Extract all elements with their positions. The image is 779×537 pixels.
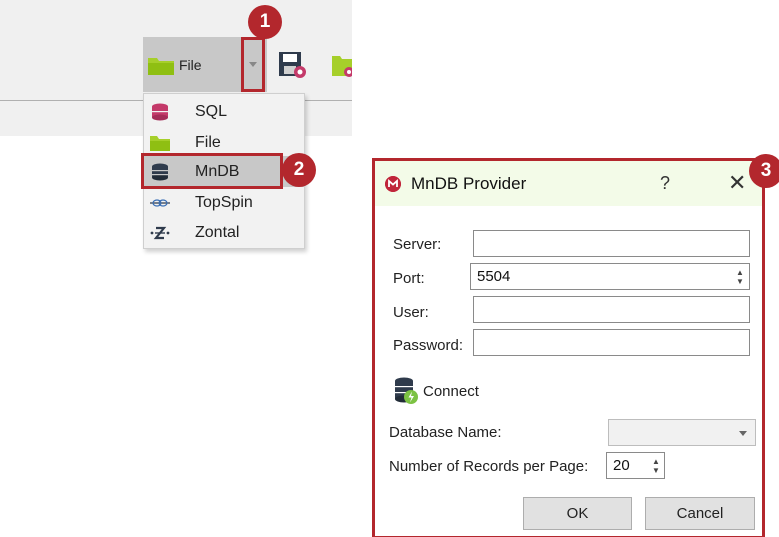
menu-item-label: Zontal	[195, 223, 240, 241]
help-icon[interactable]: ?	[660, 173, 670, 194]
file-button-label: File	[179, 56, 202, 73]
topspin-icon	[150, 199, 170, 207]
dialog-title-bar: MnDB Provider ? ✕	[375, 161, 762, 206]
folder-icon	[148, 57, 174, 75]
menu-item-sql[interactable]: SQL	[144, 96, 304, 127]
records-per-page-label: Number of Records per Page:	[389, 458, 589, 475]
chevron-down-icon[interactable]: ▼	[652, 466, 660, 475]
chevron-up-icon[interactable]: ▲	[652, 457, 660, 466]
file-source-button[interactable]: File	[143, 37, 239, 92]
save-settings-icon[interactable]	[277, 50, 307, 80]
connect-label: Connect	[423, 382, 479, 400]
highlight-box-1	[241, 37, 265, 92]
database-name-label: Database Name:	[389, 424, 502, 441]
password-input[interactable]	[473, 329, 750, 356]
menu-item-label: TopSpin	[195, 193, 253, 211]
database-name-select[interactable]	[608, 419, 756, 446]
cancel-button[interactable]: Cancel	[645, 497, 755, 530]
dialog-title: MnDB Provider	[411, 174, 527, 193]
port-spinbox[interactable]	[470, 263, 750, 290]
port-stepper[interactable]: ▲ ▼	[733, 265, 747, 288]
connect-button[interactable]: Connect	[393, 377, 479, 405]
records-stepper[interactable]: ▲ ▼	[649, 454, 663, 477]
database-pink-icon	[152, 103, 168, 121]
chevron-up-icon[interactable]: ▲	[736, 268, 744, 277]
menu-item-zontal[interactable]: Zontal	[144, 217, 304, 248]
menu-item-label: SQL	[195, 102, 228, 120]
callout-1: 1	[248, 5, 282, 39]
callout-3: 3	[749, 154, 779, 188]
chevron-down-icon[interactable]	[739, 431, 747, 436]
server-label: Server:	[393, 236, 442, 253]
chevron-down-icon[interactable]: ▼	[736, 277, 744, 286]
port-label: Port:	[393, 270, 425, 287]
callout-2: 2	[282, 153, 316, 187]
highlight-box-2	[141, 153, 283, 189]
server-input[interactable]	[473, 230, 750, 257]
menu-item-topspin[interactable]: TopSpin	[144, 187, 304, 218]
password-label: Password:	[393, 337, 464, 354]
close-icon[interactable]: ✕	[728, 170, 746, 196]
zontal-icon	[150, 226, 170, 240]
database-connect-icon	[395, 377, 418, 404]
open-folder-settings-icon[interactable]	[330, 50, 352, 80]
user-label: User:	[393, 304, 429, 321]
mndb-logo-icon	[385, 176, 401, 192]
mndb-provider-dialog: MnDB Provider ? ✕ Server: Port: ▲ ▼ User…	[372, 158, 765, 537]
user-input[interactable]	[473, 296, 750, 323]
folder-icon	[150, 136, 170, 151]
menu-item-label: File	[195, 133, 221, 151]
ok-button[interactable]: OK	[523, 497, 632, 530]
